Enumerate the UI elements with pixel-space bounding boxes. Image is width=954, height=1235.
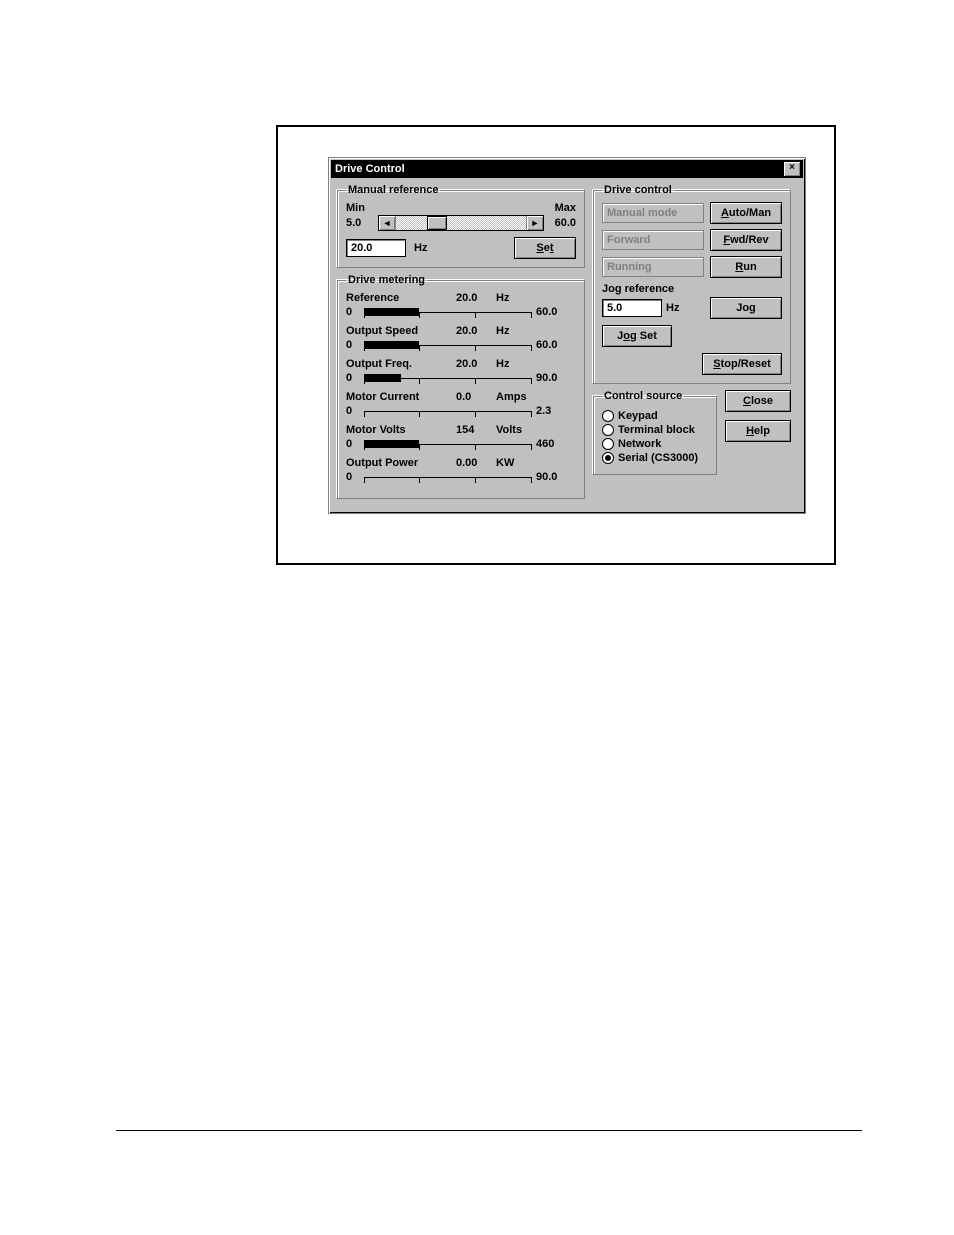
arrow-left-icon[interactable]: ◄ (379, 216, 396, 230)
meter-unit: Hz (496, 325, 540, 337)
manual-reference-legend: Manual reference (346, 184, 440, 196)
reference-unit: Hz (414, 242, 427, 254)
jog-button[interactable]: Jog (710, 297, 782, 319)
meter-block: Reference20.0Hz 0 60.0 (346, 292, 576, 319)
meter-name: Output Power (346, 457, 456, 469)
meter-unit: Amps (496, 391, 540, 403)
meter-block: Motor Current0.0Amps 0 2.3 (346, 391, 576, 418)
max-value: 60.0 (548, 217, 576, 229)
meter-hi: 2.3 (536, 405, 576, 417)
meter-lo: 0 (346, 372, 360, 384)
meter-hi: 60.0 (536, 339, 576, 351)
meter-hi: 60.0 (536, 306, 576, 318)
control-source-group: Control source Keypad Terminal block Netwo… (593, 390, 717, 475)
meter-hi: 460 (536, 438, 576, 450)
jog-reference-input[interactable]: 5.0 (602, 299, 662, 317)
meter-lo: 0 (346, 405, 360, 417)
meter-gauge (364, 437, 532, 451)
fwd-rev-button[interactable]: Fwd/Rev (710, 229, 782, 251)
slider-track[interactable] (396, 216, 526, 230)
radio-icon[interactable] (602, 424, 614, 436)
radio-icon[interactable] (602, 438, 614, 450)
reference-slider[interactable]: ◄ ► (378, 215, 544, 231)
meter-block: Output Speed20.0Hz 0 60.0 (346, 325, 576, 352)
meter-hi: 90.0 (536, 372, 576, 384)
meter-value: 20.0 (456, 325, 496, 337)
arrow-right-icon[interactable]: ► (526, 216, 543, 230)
meter-name: Motor Volts (346, 424, 456, 436)
run-button[interactable]: Run (710, 256, 782, 278)
control-source-label: Terminal block (618, 424, 695, 436)
meter-block: Output Power0.00KW 0 90.0 (346, 457, 576, 484)
radio-icon[interactable] (602, 452, 614, 464)
mode-status: Manual mode (602, 203, 704, 223)
jog-unit: Hz (666, 302, 690, 314)
control-source-label: Serial (CS3000) (618, 452, 698, 464)
meter-gauge (364, 338, 532, 352)
meter-unit: Volts (496, 424, 540, 436)
meter-lo: 0 (346, 438, 360, 450)
help-button[interactable]: Help (725, 420, 791, 442)
meter-value: 20.0 (456, 292, 496, 304)
control-source-option[interactable]: Keypad (602, 410, 708, 422)
meter-gauge (364, 470, 532, 484)
meter-name: Motor Current (346, 391, 456, 403)
radio-icon[interactable] (602, 410, 614, 422)
meter-block: Output Freq.20.0Hz 0 90.0 (346, 358, 576, 385)
drive-metering-group: Drive metering Reference20.0Hz060.0Outpu… (337, 274, 585, 499)
close-button[interactable]: Close (725, 390, 791, 412)
meter-lo: 0 (346, 471, 360, 483)
meter-gauge (364, 371, 532, 385)
meter-value: 20.0 (456, 358, 496, 370)
meter-block: Motor Volts154Volts 0 460 (346, 424, 576, 451)
meter-gauge (364, 404, 532, 418)
window-title: Drive Control (335, 160, 405, 178)
stop-reset-button[interactable]: Stop/Reset (702, 353, 782, 375)
control-source-label: Keypad (618, 410, 658, 422)
meter-gauge (364, 305, 532, 319)
reference-input[interactable]: 20.0 (346, 239, 406, 257)
document-frame: Drive Control × Manual reference Min Max… (276, 125, 836, 565)
footer-rule (116, 1130, 862, 1131)
control-source-option[interactable]: Network (602, 438, 708, 450)
close-icon[interactable]: × (783, 161, 801, 177)
meter-name: Output Speed (346, 325, 456, 337)
drive-control-legend: Drive control (602, 184, 674, 196)
jog-reference-label: Jog reference (602, 283, 782, 295)
titlebar: Drive Control × (331, 160, 803, 178)
min-label: Min (346, 202, 365, 214)
control-source-option[interactable]: Serial (CS3000) (602, 452, 708, 464)
meter-name: Reference (346, 292, 456, 304)
slider-thumb[interactable] (427, 216, 447, 230)
run-status: Running (602, 257, 704, 277)
manual-reference-group: Manual reference Min Max 5.0 ◄ (337, 184, 585, 268)
meter-unit: KW (496, 457, 540, 469)
drive-metering-legend: Drive metering (346, 274, 427, 286)
jog-set-button[interactable]: Jog Set (602, 325, 672, 347)
control-source-legend: Control source (602, 390, 684, 402)
control-source-option[interactable]: Terminal block (602, 424, 708, 436)
meter-value: 0.00 (456, 457, 496, 469)
min-value: 5.0 (346, 217, 374, 229)
control-source-label: Network (618, 438, 661, 450)
auto-man-button[interactable]: Auto/Man (710, 202, 782, 224)
drive-control-dialog: Drive Control × Manual reference Min Max… (328, 157, 806, 514)
meter-value: 154 (456, 424, 496, 436)
meter-lo: 0 (346, 306, 360, 318)
meter-value: 0.0 (456, 391, 496, 403)
meter-hi: 90.0 (536, 471, 576, 483)
meter-lo: 0 (346, 339, 360, 351)
direction-status: Forward (602, 230, 704, 250)
meter-unit: Hz (496, 358, 540, 370)
meter-unit: Hz (496, 292, 540, 304)
set-button[interactable]: Set (514, 237, 576, 259)
max-label: Max (555, 202, 576, 214)
meter-name: Output Freq. (346, 358, 456, 370)
drive-control-group: Drive control Manual mode Auto/Man Forwa… (593, 184, 791, 384)
